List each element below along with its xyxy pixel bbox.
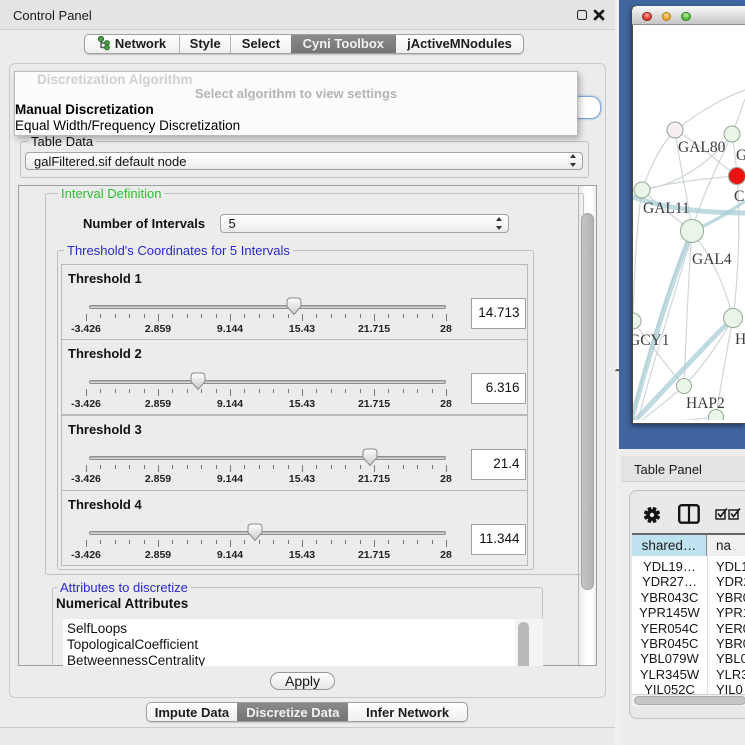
svg-text:GA: GA (736, 147, 745, 164)
svg-text:GAL4: GAL4 (692, 251, 732, 268)
svg-text:GAL80: GAL80 (678, 139, 726, 156)
svg-text:HAP2: HAP2 (686, 395, 725, 412)
svg-text:H: H (735, 331, 745, 348)
svg-text:GCY1: GCY1 (633, 332, 669, 349)
svg-text:C: C (734, 188, 744, 205)
svg-text:GAL11: GAL11 (643, 200, 690, 217)
